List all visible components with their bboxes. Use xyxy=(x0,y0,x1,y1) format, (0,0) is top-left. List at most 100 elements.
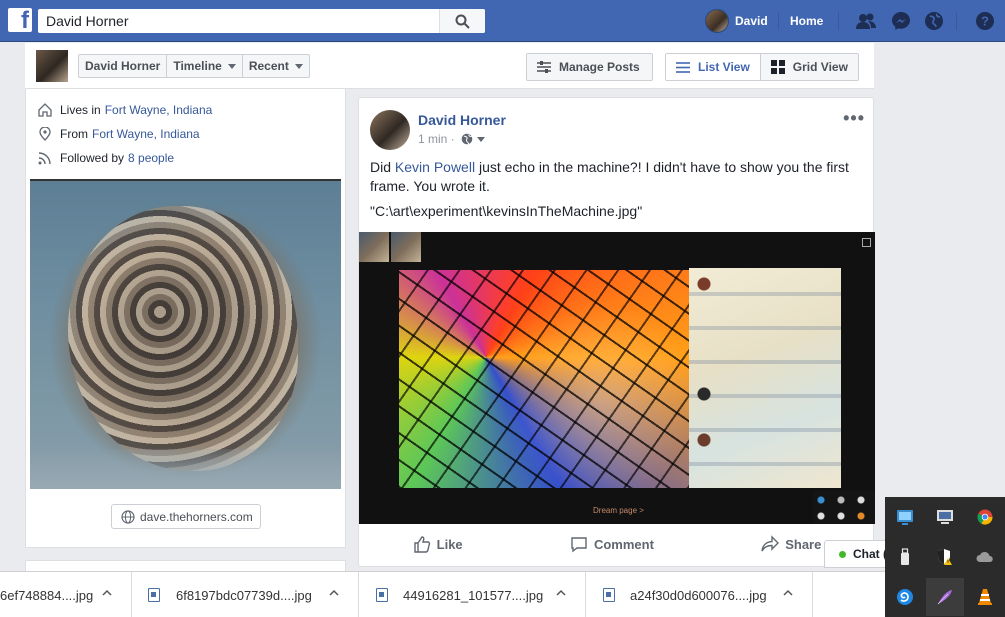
list-view-label: List View xyxy=(698,60,750,74)
messenger-icon[interactable] xyxy=(890,10,912,32)
comment-button[interactable]: Comment xyxy=(570,535,654,553)
chain-knot-shape xyxy=(68,206,298,471)
from-row: From Fort Wayne, Indiana xyxy=(38,126,200,142)
download-item[interactable]: 6f8197bdc07739d....jpg xyxy=(148,572,312,617)
chevron-up-icon[interactable] xyxy=(102,588,112,598)
tray-item[interactable] xyxy=(886,538,924,576)
timeline-label: Timeline xyxy=(173,59,222,73)
post-author[interactable]: David Horner xyxy=(418,112,506,128)
tray-item[interactable] xyxy=(926,498,964,536)
thumbnail xyxy=(391,232,421,262)
artwork-floor xyxy=(30,449,341,489)
tray-item[interactable] xyxy=(886,578,924,616)
from-prefix: From xyxy=(60,127,88,141)
expand-icon xyxy=(862,238,871,247)
svg-text:?: ? xyxy=(981,14,989,29)
tray-item[interactable] xyxy=(926,538,964,576)
nav-user-name: David xyxy=(735,14,768,28)
website-link[interactable]: dave.thehorners.com xyxy=(111,504,261,529)
network-monitor-icon xyxy=(897,510,913,525)
facebook-logo-icon[interactable]: f xyxy=(8,7,32,34)
stylized-chat-panel xyxy=(689,268,841,488)
profile-name-tab[interactable]: David Horner xyxy=(79,55,168,77)
security-shield-warning-icon xyxy=(938,549,952,565)
chat-label: Chat ( xyxy=(853,547,887,561)
tray-item[interactable] xyxy=(926,578,964,616)
download-item[interactable]: a24f30d0d600076....jpg xyxy=(603,572,767,617)
location-pin-icon xyxy=(39,127,51,141)
post-file-path: "C:\art\experiment\kevinsInTheMachine.jp… xyxy=(370,203,643,219)
from-link[interactable]: Fort Wayne, Indiana xyxy=(92,127,200,141)
manage-sliders-icon xyxy=(537,61,551,73)
system-tray-overflow xyxy=(885,497,1005,617)
profile-thumbnail[interactable] xyxy=(36,50,68,82)
list-view-button[interactable]: List View xyxy=(666,54,761,80)
audience-chevron-down-icon[interactable] xyxy=(476,136,485,142)
post-body: Did Kevin Powell just echo in the machin… xyxy=(370,158,864,196)
timeline-tab[interactable]: Timeline xyxy=(167,55,243,77)
lives-in-row: Lives in Fort Wayne, Indiana xyxy=(38,102,212,118)
featured-chain-artwork-image[interactable] xyxy=(30,179,341,489)
profile-nav-link[interactable]: David xyxy=(705,9,768,33)
public-globe-icon[interactable] xyxy=(461,133,473,145)
share-label: Share xyxy=(785,536,822,552)
image-file-icon xyxy=(603,588,615,602)
chevron-up-icon[interactable] xyxy=(556,588,566,598)
chevron-up-icon[interactable] xyxy=(783,588,793,598)
share-button[interactable]: Share xyxy=(761,535,821,553)
chevron-down-icon xyxy=(294,63,303,69)
post-timestamp[interactable]: 1 min · xyxy=(418,132,455,146)
download-filename: 6ef748884....jpg xyxy=(0,587,94,603)
lives-in-link[interactable]: Fort Wayne, Indiana xyxy=(105,103,213,117)
friend-requests-icon[interactable] xyxy=(855,10,877,32)
followed-by-prefix: Followed by xyxy=(60,151,125,165)
notifications-globe-icon[interactable] xyxy=(923,10,945,32)
grid-icon xyxy=(770,60,785,74)
comment-bubble-icon xyxy=(571,537,587,553)
followers-link[interactable]: 8 people xyxy=(128,151,174,165)
manage-posts-button[interactable]: Manage Posts xyxy=(526,53,653,81)
download-item[interactable]: 44916281_101577....jpg xyxy=(376,572,543,617)
list-icon xyxy=(676,61,690,73)
embedded-tray-icons xyxy=(813,490,875,524)
profile-name-label: David Horner xyxy=(85,59,161,73)
thumbs-up-icon xyxy=(413,536,430,553)
chevron-up-icon[interactable] xyxy=(329,588,339,598)
onedrive-cloud-icon xyxy=(976,551,993,562)
manage-posts-label: Manage Posts xyxy=(559,60,640,74)
share-arrow-icon xyxy=(761,535,780,552)
tray-item[interactable] xyxy=(966,578,1004,616)
recent-tab[interactable]: Recent xyxy=(243,55,309,77)
download-divider xyxy=(358,572,359,617)
vlc-cone-icon xyxy=(978,589,992,605)
search-button[interactable] xyxy=(439,9,485,33)
tray-item[interactable] xyxy=(966,538,1004,576)
lives-in-prefix: Lives in xyxy=(60,103,101,117)
followers-row: Followed by 8 people xyxy=(38,150,174,166)
tray-item[interactable] xyxy=(966,498,1004,536)
post-photo[interactable]: Dream page > xyxy=(359,232,875,524)
like-label: Like xyxy=(436,536,463,552)
post-meta: 1 min · xyxy=(418,132,485,146)
image-caption: Dream page > xyxy=(593,506,644,515)
help-icon[interactable]: ? xyxy=(974,10,996,32)
nav-divider xyxy=(778,12,779,30)
like-button[interactable]: Like xyxy=(413,535,463,553)
globe-icon xyxy=(121,509,135,524)
rss-followers-icon xyxy=(38,152,51,165)
timeline-tab-group: David Horner Timeline Recent xyxy=(78,54,310,78)
grid-view-button[interactable]: Grid View xyxy=(761,54,858,80)
tray-item[interactable] xyxy=(886,498,924,536)
avatar[interactable] xyxy=(370,110,410,150)
search-input[interactable] xyxy=(38,9,438,33)
download-divider xyxy=(585,572,586,617)
download-item[interactable]: 6ef748884....jpg xyxy=(0,572,93,617)
home-link[interactable]: Home xyxy=(790,14,823,28)
post-options-more-icon[interactable]: ••• xyxy=(843,108,865,129)
download-filename: 44916281_101577....jpg xyxy=(403,587,544,603)
website-label: dave.thehorners.com xyxy=(140,509,253,524)
chat-sidebar-tab[interactable]: Chat ( xyxy=(824,540,888,568)
download-divider xyxy=(812,572,813,617)
search-icon xyxy=(455,14,470,29)
mention-link[interactable]: Kevin Powell xyxy=(395,159,475,175)
